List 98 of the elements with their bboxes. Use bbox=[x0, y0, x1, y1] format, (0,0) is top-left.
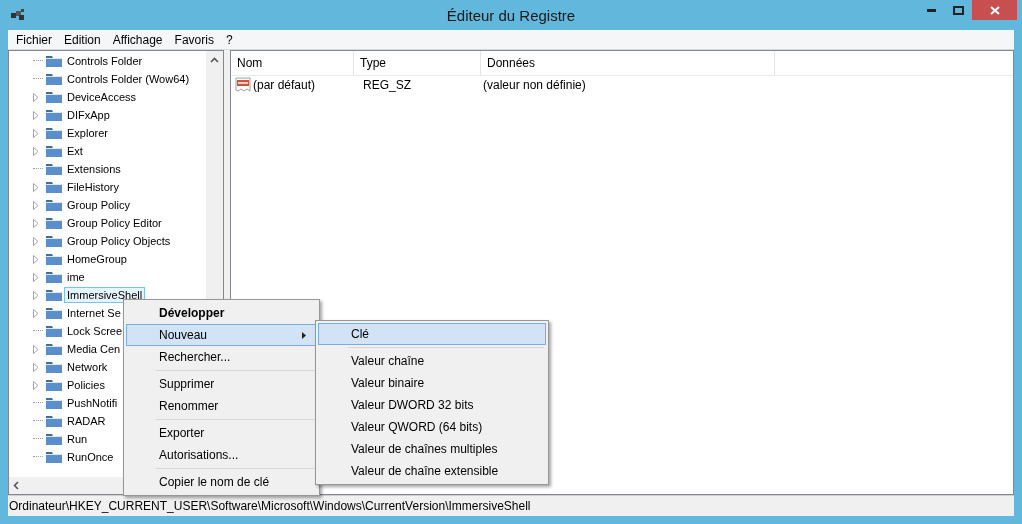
menu-item[interactable]: Valeur de chaînes multiples bbox=[318, 438, 546, 460]
menu-item[interactable]: Affichage bbox=[106, 32, 169, 47]
scroll-left-icon[interactable] bbox=[13, 481, 19, 490]
folder-icon bbox=[45, 54, 63, 68]
expand-arrow-icon[interactable] bbox=[33, 254, 39, 264]
expand-arrow-icon[interactable] bbox=[33, 200, 39, 210]
tree-item[interactable]: Controls Folder bbox=[64, 53, 146, 69]
folder-icon bbox=[45, 216, 63, 230]
column-header[interactable]: Type bbox=[354, 51, 481, 75]
expand-arrow-icon[interactable] bbox=[33, 128, 39, 138]
tree-item[interactable]: Extensions bbox=[64, 161, 124, 177]
expand-arrow-icon[interactable] bbox=[33, 272, 39, 282]
folder-icon bbox=[45, 270, 63, 284]
maximize-icon bbox=[953, 5, 964, 15]
folder-icon bbox=[45, 72, 63, 86]
tree-item[interactable]: PushNotifi bbox=[64, 395, 121, 411]
folder-icon bbox=[45, 396, 63, 410]
folder-icon bbox=[45, 90, 63, 104]
tree-item[interactable]: RADAR bbox=[64, 413, 109, 429]
submenu-arrow-icon bbox=[302, 331, 306, 339]
folder-icon bbox=[45, 360, 63, 374]
menu-item[interactable]: Valeur DWORD 32 bits bbox=[318, 394, 546, 416]
tree-item[interactable]: Ext bbox=[64, 143, 86, 159]
tree-item[interactable]: Group Policy Objects bbox=[64, 233, 174, 249]
tree-item[interactable]: Lock Scree bbox=[64, 323, 126, 339]
menu-item[interactable]: Clé bbox=[318, 323, 546, 345]
tree-item[interactable]: ImmersiveShell bbox=[64, 287, 146, 303]
folder-icon bbox=[45, 432, 63, 446]
menu-item[interactable]: Valeur de chaîne extensible bbox=[318, 460, 546, 482]
menu-item[interactable]: Edition bbox=[58, 32, 107, 47]
folder-icon bbox=[45, 378, 63, 392]
tree-item[interactable]: Group Policy Editor bbox=[64, 215, 165, 231]
folder-icon bbox=[45, 324, 63, 338]
tree-item[interactable]: Network bbox=[64, 359, 111, 375]
menu-item[interactable]: Valeur chaîne bbox=[318, 350, 546, 372]
tree-item[interactable]: DeviceAccess bbox=[64, 89, 140, 105]
menu-item[interactable]: Autorisations... bbox=[126, 444, 317, 466]
folder-icon bbox=[45, 180, 63, 194]
tree-item[interactable]: Media Cen bbox=[64, 341, 124, 357]
expand-arrow-icon[interactable] bbox=[33, 110, 39, 120]
tree-item[interactable]: RunOnce bbox=[64, 449, 117, 465]
expand-arrow-icon[interactable] bbox=[33, 308, 39, 318]
folder-icon bbox=[45, 162, 63, 176]
tree-item[interactable]: Explorer bbox=[64, 125, 111, 141]
folder-icon bbox=[45, 450, 63, 464]
close-button[interactable] bbox=[972, 0, 1017, 20]
registry-cubes-icon bbox=[10, 8, 26, 22]
menu-item[interactable]: Fichier bbox=[10, 32, 58, 47]
expand-arrow-icon[interactable] bbox=[33, 182, 39, 192]
tree-item[interactable]: Controls Folder (Wow64) bbox=[64, 71, 193, 87]
menu-item[interactable]: Nouveau bbox=[126, 324, 317, 346]
status-bar: Ordinateur\HKEY_CURRENT_USER\Software\Microsoft\Windows\CurrentVersion\ImmersiveShell bbox=[8, 495, 1014, 516]
scroll-up-icon[interactable] bbox=[210, 57, 219, 63]
menu-item[interactable]: ? bbox=[219, 32, 239, 47]
window-title: Éditeur du Registre bbox=[445, 6, 577, 24]
folder-icon bbox=[45, 306, 63, 320]
folder-icon bbox=[45, 234, 63, 248]
tree-item[interactable]: ime bbox=[64, 269, 88, 285]
string-value-icon bbox=[235, 77, 251, 93]
table-cell-text: REG_SZ bbox=[362, 78, 412, 92]
tree-item[interactable]: DIFxApp bbox=[64, 107, 113, 123]
tree-item[interactable]: Policies bbox=[64, 377, 108, 393]
column-header[interactable]: Nom bbox=[231, 51, 354, 75]
folder-icon bbox=[45, 144, 63, 158]
folder-icon bbox=[45, 288, 63, 302]
menu-item[interactable]: Supprimer bbox=[126, 373, 317, 395]
close-icon bbox=[989, 5, 1000, 15]
tree-item[interactable]: Internet Se bbox=[64, 305, 124, 321]
folder-icon bbox=[45, 414, 63, 428]
minimize-icon bbox=[927, 8, 936, 12]
menu-item[interactable]: Rechercher... bbox=[126, 346, 317, 368]
expand-arrow-icon[interactable] bbox=[33, 362, 39, 372]
folder-icon bbox=[45, 252, 63, 266]
column-header[interactable]: Données bbox=[481, 51, 775, 75]
menu-item[interactable]: Copier le nom de clé bbox=[126, 471, 317, 493]
expand-arrow-icon[interactable] bbox=[33, 218, 39, 228]
expand-arrow-icon[interactable] bbox=[33, 236, 39, 246]
expand-arrow-icon[interactable] bbox=[33, 290, 39, 300]
menu-item[interactable]: Développer bbox=[126, 302, 317, 324]
menu-item[interactable]: Favoris bbox=[168, 32, 220, 47]
tree-item[interactable]: FileHistory bbox=[64, 179, 122, 195]
folder-icon bbox=[45, 108, 63, 122]
expand-arrow-icon[interactable] bbox=[33, 146, 39, 156]
tree-item[interactable]: Group Policy bbox=[64, 197, 133, 213]
folder-icon bbox=[45, 342, 63, 356]
menu-item[interactable]: Exporter bbox=[126, 422, 317, 444]
expand-arrow-icon[interactable] bbox=[33, 380, 39, 390]
table-cell-text: (valeur non définie) bbox=[482, 78, 586, 92]
folder-icon bbox=[45, 198, 63, 212]
menu-item[interactable]: Valeur QWORD (64 bits) bbox=[318, 416, 546, 438]
table-cell-text: (par défaut) bbox=[252, 78, 316, 92]
tree-item[interactable]: HomeGroup bbox=[64, 251, 130, 267]
expand-arrow-icon[interactable] bbox=[33, 344, 39, 354]
menu-item[interactable]: Valeur binaire bbox=[318, 372, 546, 394]
menu-item[interactable]: Renommer bbox=[126, 395, 317, 417]
expand-arrow-icon[interactable] bbox=[33, 92, 39, 102]
tree-item[interactable]: Run bbox=[64, 431, 91, 447]
folder-icon bbox=[45, 126, 63, 140]
